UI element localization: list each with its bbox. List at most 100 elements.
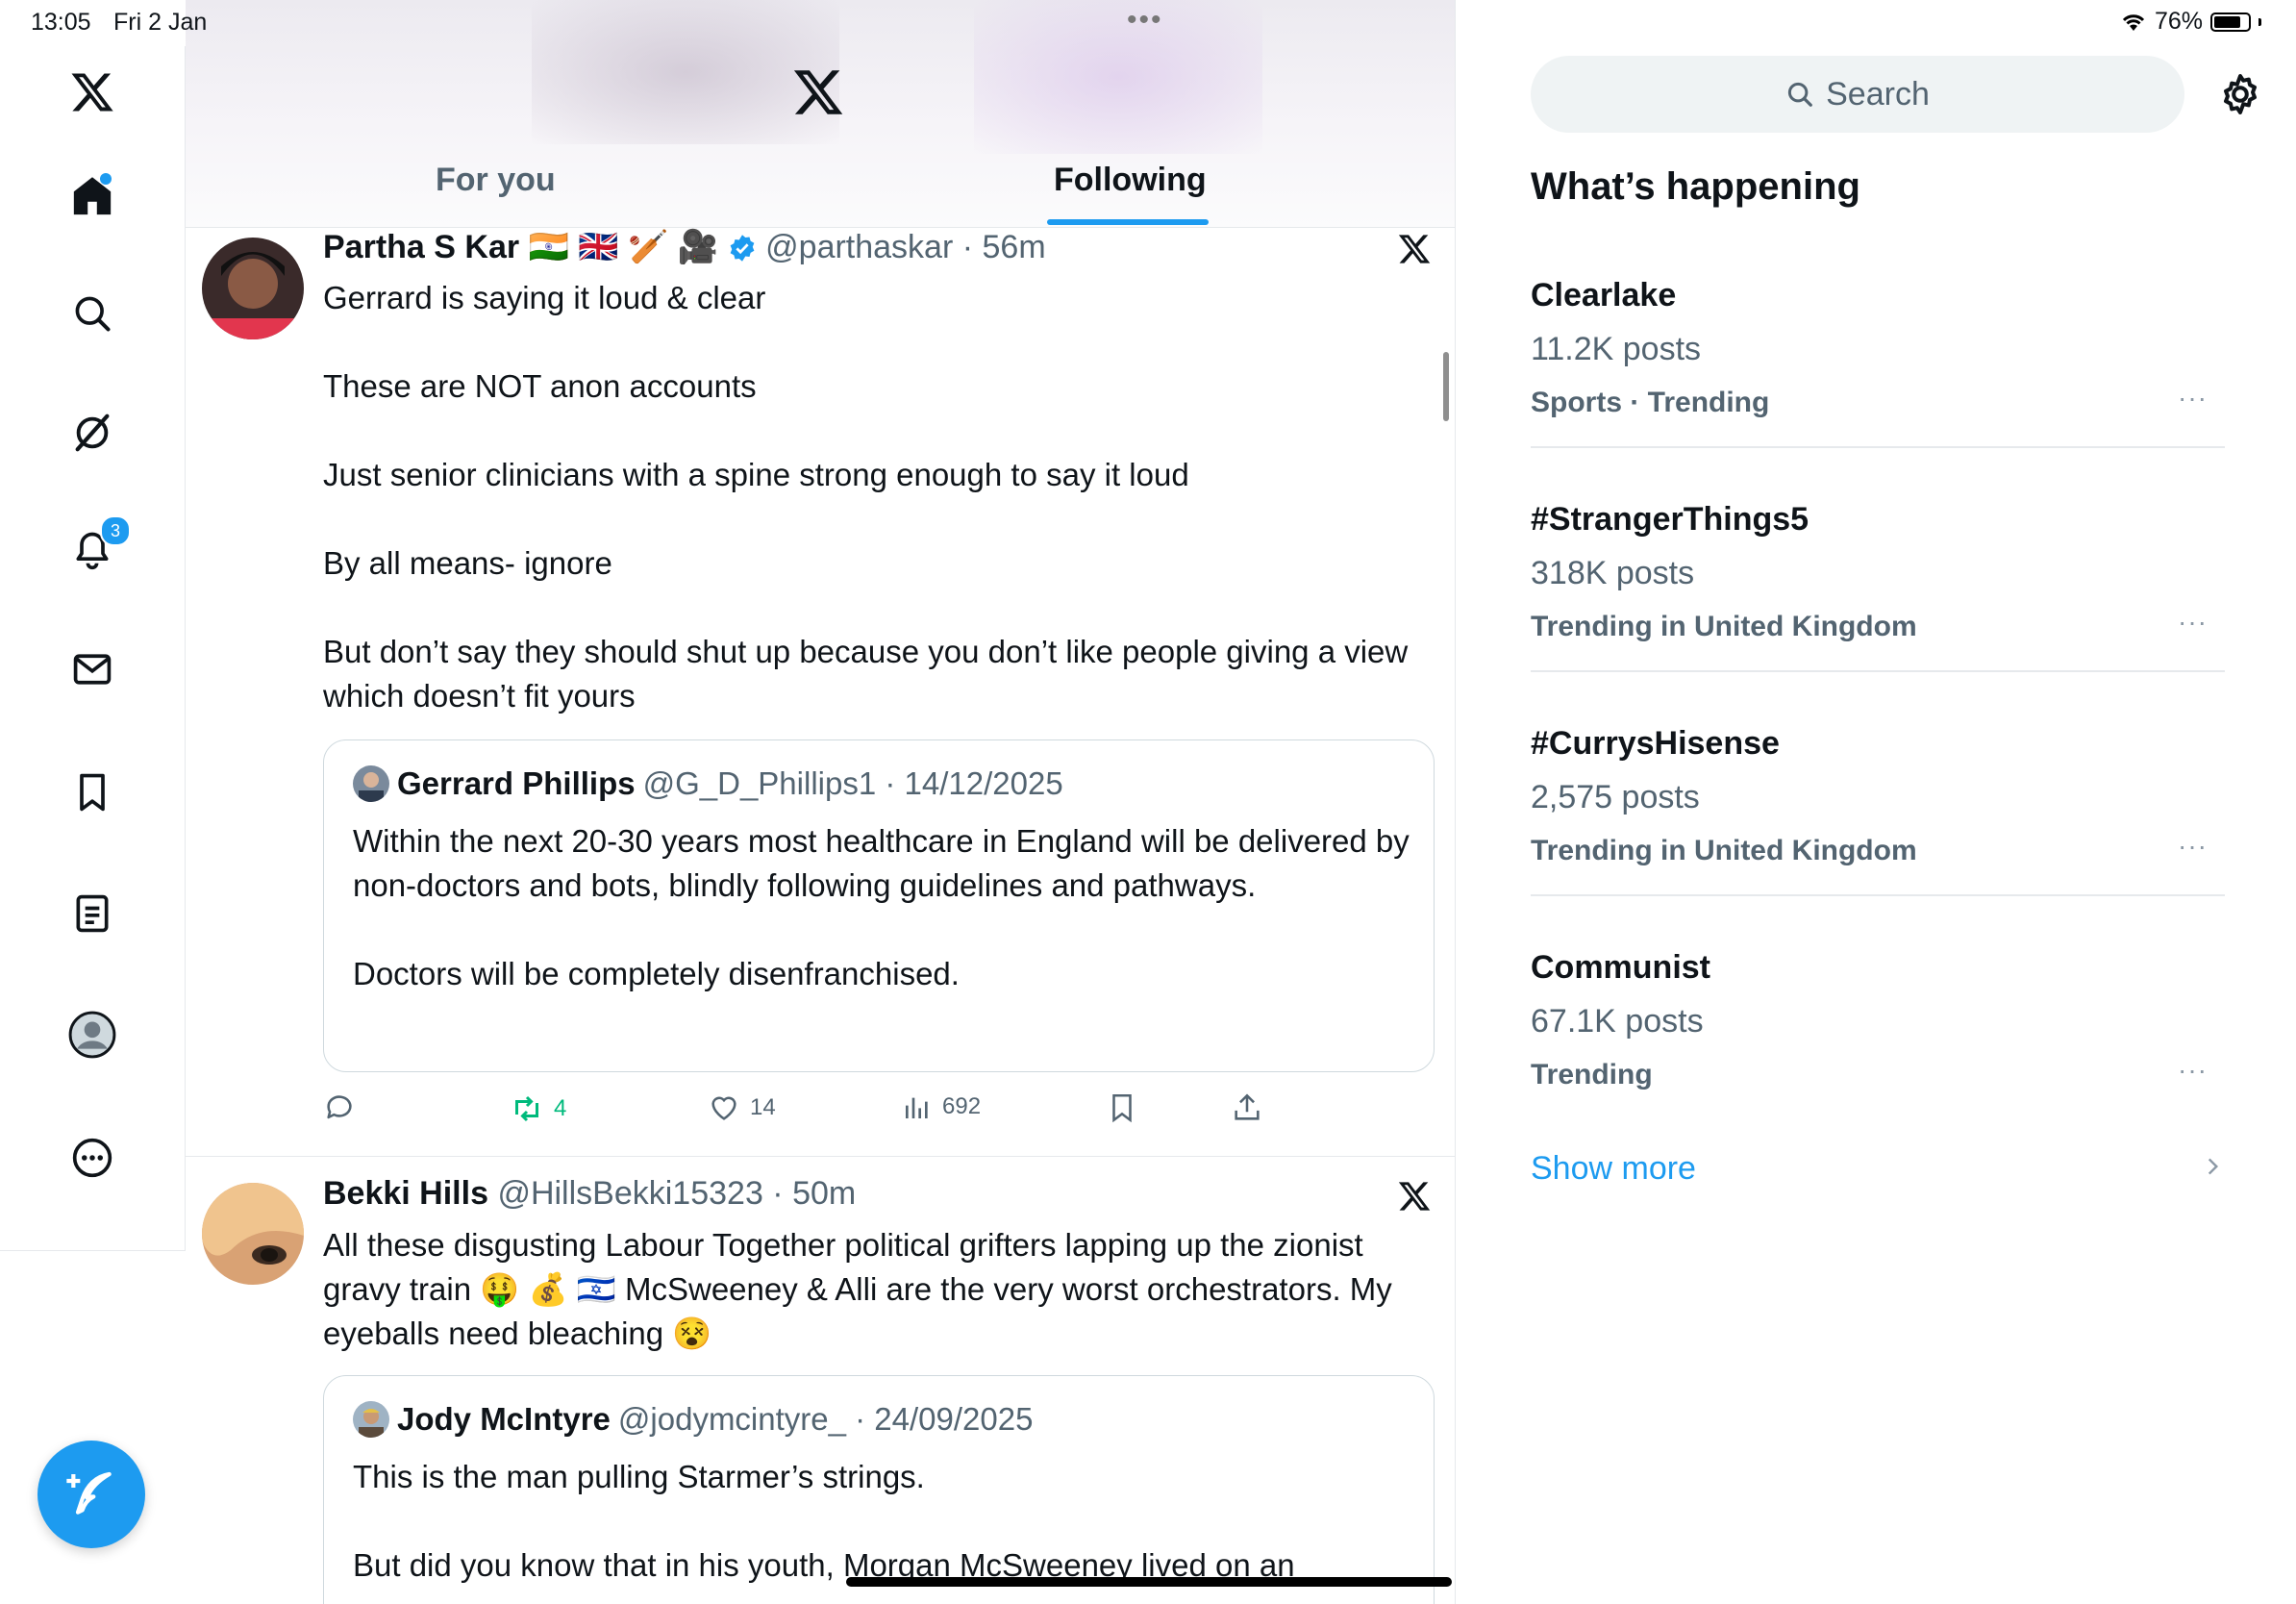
handle-timestamp[interactable]: @parthaskar · 56m (765, 229, 1046, 265)
trend-item[interactable]: #StrangerThings5 318K posts Trending in … (1531, 501, 2225, 672)
trend-context: Trending (1531, 1059, 1653, 1090)
share-icon (1235, 1093, 1260, 1120)
repost-button[interactable]: 4 (510, 1091, 566, 1126)
home-icon[interactable] (62, 165, 123, 227)
home-indicator[interactable] (846, 1577, 1452, 1587)
compose-post-button[interactable] (37, 1441, 145, 1548)
quoted-post[interactable]: Jody McIntyre @jodymcintyre_ · 24/09/202… (323, 1375, 1435, 1604)
trend-item[interactable]: Communist 67.1K posts Trending ··· (1531, 949, 2225, 1093)
multitasking-dots-icon[interactable]: ••• (1127, 4, 1163, 37)
quoted-post-text: Within the next 20-30 years most healthc… (353, 819, 1410, 996)
trend-post-count: 318K posts (1531, 555, 1695, 591)
status-time: 13:05 (31, 9, 91, 36)
status-bar: 13:05 Fri 2 Jan ••• 76% (0, 0, 2296, 46)
x-logo-icon[interactable] (62, 62, 123, 123)
quoted-author-name: Jody McIntyre (397, 1401, 611, 1437)
trend-post-count: 11.2K posts (1531, 331, 1702, 367)
post-text: Gerrard is saying it loud & clear These … (323, 276, 1419, 718)
share-button[interactable] (1231, 1091, 1263, 1124)
search-icon (1788, 82, 1812, 107)
trend-context: Sports · Trending (1531, 387, 1770, 418)
bookmark-icon (1112, 1093, 1132, 1123)
like-count: 14 (750, 1094, 776, 1120)
x-logo-icon (1398, 1182, 1431, 1211)
avatar[interactable] (202, 1183, 304, 1285)
quoted-post-header: Gerrard Phillips @G_D_Phillips1 · 14/12/… (353, 765, 1063, 802)
x-logo-icon[interactable] (791, 65, 845, 119)
trend-item[interactable]: Clearlake 11.2K posts Sports · Trending … (1531, 277, 2225, 448)
home-unread-dot (100, 173, 112, 185)
trend-name: Communist (1531, 949, 1710, 986)
post[interactable]: Bekki Hills @HillsBekki15323 · 50m All t… (186, 1175, 1455, 1604)
avatar[interactable] (202, 238, 304, 339)
tab-for-you[interactable]: For you (436, 162, 556, 199)
trend-item[interactable]: #CurrysHisense 2,575 posts Trending in U… (1531, 725, 2225, 896)
search-placeholder: Search (1826, 75, 1930, 113)
battery-percent: 76% (2154, 8, 2203, 35)
trend-context: Trending in United Kingdom (1531, 835, 1917, 866)
left-navigation: 3 (0, 46, 186, 1251)
quoted-avatar (353, 1401, 389, 1438)
author-emoji-flags: 🇮🇳 🇬🇧 🏏 🎥 (528, 229, 719, 265)
right-sidebar: Search What’s happening Clearlake 11.2K … (1456, 0, 2296, 1604)
grok-icon[interactable] (62, 402, 123, 464)
lists-icon[interactable] (62, 883, 123, 944)
trend-post-count: 2,575 posts (1531, 779, 1700, 815)
quoted-line: Doctors will be completely disenfranchis… (353, 956, 960, 991)
analytics-icon (906, 1097, 928, 1118)
reply-icon (327, 1095, 352, 1119)
quoted-handle-timestamp: @G_D_Phillips1 · 14/12/2025 (642, 765, 1063, 801)
battery-icon (2210, 12, 2251, 32)
trend-more-icon[interactable]: ··· (2178, 383, 2208, 414)
views-count: 692 (942, 1093, 982, 1119)
heart-icon (711, 1096, 736, 1120)
quoted-post-text: This is the man pulling Starmer’s string… (353, 1455, 1410, 1588)
trend-more-icon[interactable]: ··· (2178, 607, 2208, 638)
trend-more-icon[interactable]: ··· (2178, 831, 2208, 862)
chevron-right-icon (2208, 1158, 2219, 1175)
trend-name: #CurrysHisense (1531, 725, 1780, 762)
trend-context: Trending in United Kingdom (1531, 611, 1917, 642)
post[interactable]: Partha S Kar 🇮🇳 🇬🇧 🏏 🎥 @parthaskar · 56m… (186, 228, 1455, 1157)
profile-icon[interactable] (62, 1004, 123, 1065)
handle-timestamp[interactable]: @HillsBekki15323 · 50m (497, 1175, 856, 1212)
bookmarks-icon[interactable] (62, 762, 123, 823)
post-actions: 4 14 692 (323, 1091, 1400, 1130)
tab-following[interactable]: Following (1054, 162, 1207, 199)
author-name[interactable]: Partha S Kar (323, 229, 519, 265)
post-line: Gerrard is saying it loud & clear (323, 280, 766, 315)
search-input[interactable]: Search (1531, 56, 2184, 133)
trend-more-icon[interactable]: ··· (2178, 1055, 2208, 1086)
reply-button[interactable] (323, 1091, 356, 1124)
x-logo-icon (1398, 235, 1431, 263)
author-name[interactable]: Bekki Hills (323, 1175, 488, 1212)
views-button[interactable]: 692 (902, 1091, 981, 1122)
post-line: These are NOT anon accounts (323, 368, 757, 404)
trend-name: Clearlake (1531, 277, 1677, 313)
repost-icon (515, 1095, 538, 1122)
messages-icon[interactable] (62, 639, 123, 700)
notifications-badge: 3 (100, 515, 131, 546)
quoted-post[interactable]: Gerrard Phillips @G_D_Phillips1 · 14/12/… (323, 739, 1435, 1072)
quoted-handle-timestamp: @jodymcintyre_ · 24/09/2025 (617, 1401, 1034, 1437)
show-more-link[interactable]: Show more (1531, 1150, 1696, 1188)
post-line: All these disgusting Labour Together pol… (323, 1227, 1401, 1351)
quoted-line: This is the man pulling Starmer’s string… (353, 1459, 925, 1494)
quoted-author-name: Gerrard Phillips (397, 765, 636, 801)
trend-name: #StrangerThings5 (1531, 501, 1809, 538)
status-right: 76% (2120, 8, 2261, 36)
scrollbar-thumb[interactable] (1443, 352, 1449, 421)
more-icon[interactable] (62, 1127, 123, 1189)
settings-gear-icon[interactable] (2217, 71, 2263, 117)
search-icon[interactable] (62, 283, 123, 344)
like-button[interactable]: 14 (708, 1091, 776, 1124)
notifications-icon[interactable]: 3 (62, 515, 131, 581)
verified-badge-icon (730, 235, 755, 262)
wifi-icon (2122, 13, 2145, 31)
quoted-avatar (353, 765, 389, 802)
post-line: But don’t say they should shut up becaus… (323, 634, 1417, 714)
compose-feather-icon (66, 1471, 112, 1515)
quoted-line: Within the next 20-30 years most healthc… (353, 823, 1418, 903)
bookmark-button[interactable] (1106, 1091, 1138, 1124)
repost-count: 4 (554, 1095, 567, 1121)
